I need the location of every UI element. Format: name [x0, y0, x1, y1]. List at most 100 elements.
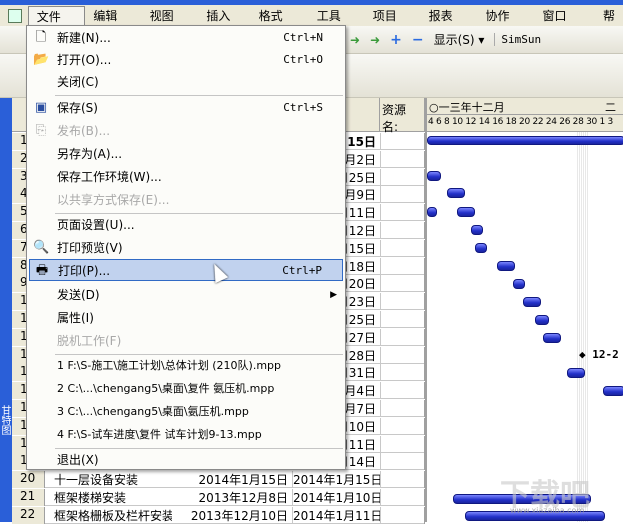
- task-resource[interactable]: [380, 293, 425, 311]
- menu-item-save-as[interactable]: 另存为(A)...: [29, 143, 343, 165]
- task-resource[interactable]: [380, 506, 425, 524]
- recent-file-1[interactable]: 1 F:\S-施工\施工计划\总体计划 (210队).mpp: [29, 355, 343, 377]
- row-number[interactable]: 21: [12, 489, 45, 506]
- task-resource[interactable]: [380, 150, 425, 168]
- show-dropdown[interactable]: 显示(S) ▾: [434, 31, 485, 48]
- gantt-bar[interactable]: [523, 297, 541, 307]
- menu-item-close[interactable]: 关闭(C): [29, 71, 343, 93]
- menu-view[interactable]: 视图(V): [142, 6, 199, 43]
- header-resource[interactable]: 资源名:: [380, 98, 425, 134]
- show-subtasks-icon[interactable]: +: [390, 32, 402, 48]
- menu-report[interactable]: 报表(R): [421, 6, 478, 43]
- milestone-label: 12-2: [592, 348, 619, 361]
- gantt-bar[interactable]: [513, 279, 525, 289]
- task-resource[interactable]: [380, 453, 425, 471]
- gantt-bar[interactable]: [427, 207, 437, 217]
- task-resource[interactable]: [380, 204, 425, 222]
- menu-item-send[interactable]: 发送(D) ▶: [29, 284, 343, 306]
- table-row[interactable]: 21 框架楼梯安装 2013年12月8日 2014年1月10日: [12, 488, 425, 506]
- menu-file[interactable]: 文件(F): [27, 5, 86, 44]
- recent-file-3[interactable]: 3 C:\...\chengang5\桌面\氨压机.mpp: [29, 401, 343, 423]
- menu-tools[interactable]: 工具(T): [309, 6, 365, 43]
- menu-collaborate[interactable]: 协作(C): [478, 6, 535, 43]
- gantt-bar[interactable]: [603, 386, 623, 396]
- menu-item-save-workspace[interactable]: 保存工作环境(W)...: [29, 166, 343, 188]
- task-resource[interactable]: [380, 346, 425, 364]
- recent-file-4[interactable]: 4 F:\S-试车进度\复件 试车计划9-13.mpp: [29, 424, 343, 446]
- gantt-chart: ○一三年十二月二○ 4 6 8 10 12 14 16 18 20 22 24 …: [425, 98, 623, 522]
- task-resource[interactable]: [380, 400, 425, 417]
- row-number[interactable]: 20: [12, 471, 45, 489]
- app-icon[interactable]: [8, 8, 22, 23]
- menu-item-exit[interactable]: 退出(X): [29, 449, 343, 471]
- task-resource[interactable]: [380, 133, 425, 150]
- gantt-bar[interactable]: [447, 188, 465, 198]
- menu-item-open[interactable]: 📂 打开(O)... Ctrl+O: [29, 49, 343, 71]
- font-select[interactable]: SimSun: [494, 33, 541, 46]
- gantt-bar[interactable]: [535, 315, 549, 325]
- menu-item-save[interactable]: ▣ 保存(S) Ctrl+S: [29, 97, 343, 119]
- task-resource[interactable]: [380, 489, 425, 506]
- task-resource[interactable]: [380, 186, 425, 204]
- row-number[interactable]: 22: [12, 506, 45, 524]
- gantt-bar[interactable]: [471, 225, 483, 235]
- task-resource[interactable]: [380, 471, 425, 489]
- menu-insert[interactable]: 插入(I): [198, 6, 250, 43]
- view-bar-gantt[interactable]: 甘特图: [0, 98, 12, 522]
- menu-item-work-offline: 脱机工作(F): [57, 334, 122, 348]
- gantt-bar[interactable]: [567, 368, 585, 378]
- task-resource[interactable]: [380, 257, 425, 275]
- task-name[interactable]: 十一层设备安装: [54, 471, 172, 488]
- submenu-arrow-icon: ▶: [330, 290, 337, 300]
- save-disk-icon: ▣: [34, 100, 48, 115]
- recent-file-2[interactable]: 2 C:\...\chengang5\桌面\复件 氨压机.mpp: [29, 378, 343, 400]
- indent-icon[interactable]: ➜: [370, 33, 380, 47]
- menu-project[interactable]: 项目(P): [365, 6, 421, 43]
- milestone[interactable]: ◆ 12-2: [579, 348, 619, 361]
- nonworking-shading: [577, 132, 589, 522]
- menu-item-print[interactable]: 🖶 打印(P)... Ctrl+P: [29, 259, 343, 281]
- file-menu-dropdown: 🗋 新建(N)... Ctrl+N 📂 打开(O)... Ctrl+O 关闭(C) ▣ 保…: [26, 25, 346, 470]
- task-resource[interactable]: [380, 239, 425, 257]
- task-resource[interactable]: [380, 168, 425, 186]
- gantt-bar[interactable]: [543, 333, 561, 343]
- timescale-month-label: ○一三年十二月: [429, 101, 505, 114]
- outdent-icon[interactable]: ➜: [350, 33, 360, 47]
- task-finish[interactable]: 2014年1月10日: [292, 489, 380, 506]
- task-name[interactable]: 框架楼梯安装: [54, 489, 172, 506]
- open-folder-icon: 📂: [33, 52, 50, 67]
- hide-subtasks-icon[interactable]: −: [412, 32, 424, 48]
- gantt-bar[interactable]: [475, 243, 487, 253]
- task-start[interactable]: 2014年1月15日: [172, 471, 292, 488]
- task-finish[interactable]: 2014年1月11日: [292, 506, 380, 524]
- menu-edit[interactable]: 编辑(E): [85, 6, 141, 43]
- menu-item-properties[interactable]: 属性(I): [29, 307, 343, 329]
- menu-separator: [55, 95, 343, 96]
- table-row[interactable]: 22 框架格栅板及栏杆安装 2013年12月10日 2014年1月11日: [12, 506, 425, 524]
- task-resource[interactable]: [380, 222, 425, 239]
- menu-item-print-preview[interactable]: 🔍 打印预览(V): [29, 237, 343, 259]
- menu-window[interactable]: 窗口(W): [535, 6, 595, 43]
- gantt-bar[interactable]: [427, 136, 623, 145]
- gantt-bar[interactable]: [457, 207, 475, 217]
- task-start[interactable]: 2013年12月10日: [172, 507, 292, 524]
- menu-item-new[interactable]: 🗋 新建(N)... Ctrl+N: [29, 27, 343, 49]
- menu-item-page-setup[interactable]: 页面设置(U)...: [29, 214, 343, 236]
- gantt-bar[interactable]: [497, 261, 515, 271]
- printer-icon: 🖶: [35, 263, 49, 278]
- watermark-url: www.xiazaiba.com: [510, 506, 585, 515]
- task-resource[interactable]: [380, 311, 425, 328]
- menu-format[interactable]: 格式(O): [251, 6, 309, 43]
- task-resource[interactable]: [380, 328, 425, 346]
- table-row[interactable]: 20 十一层设备安装 2014年1月15日 2014年1月15日: [12, 470, 425, 489]
- task-resource[interactable]: [380, 364, 425, 382]
- task-resource[interactable]: [380, 435, 425, 453]
- task-resource[interactable]: [380, 417, 425, 435]
- menu-help[interactable]: 帮: [595, 6, 623, 26]
- task-resource[interactable]: [380, 382, 425, 400]
- task-resource[interactable]: [380, 275, 425, 293]
- task-start[interactable]: 2013年12月8日: [172, 489, 292, 506]
- task-finish[interactable]: 2014年1月15日: [292, 471, 380, 489]
- gantt-bar[interactable]: [427, 171, 441, 181]
- task-name[interactable]: 框架格栅板及栏杆安装: [54, 507, 172, 524]
